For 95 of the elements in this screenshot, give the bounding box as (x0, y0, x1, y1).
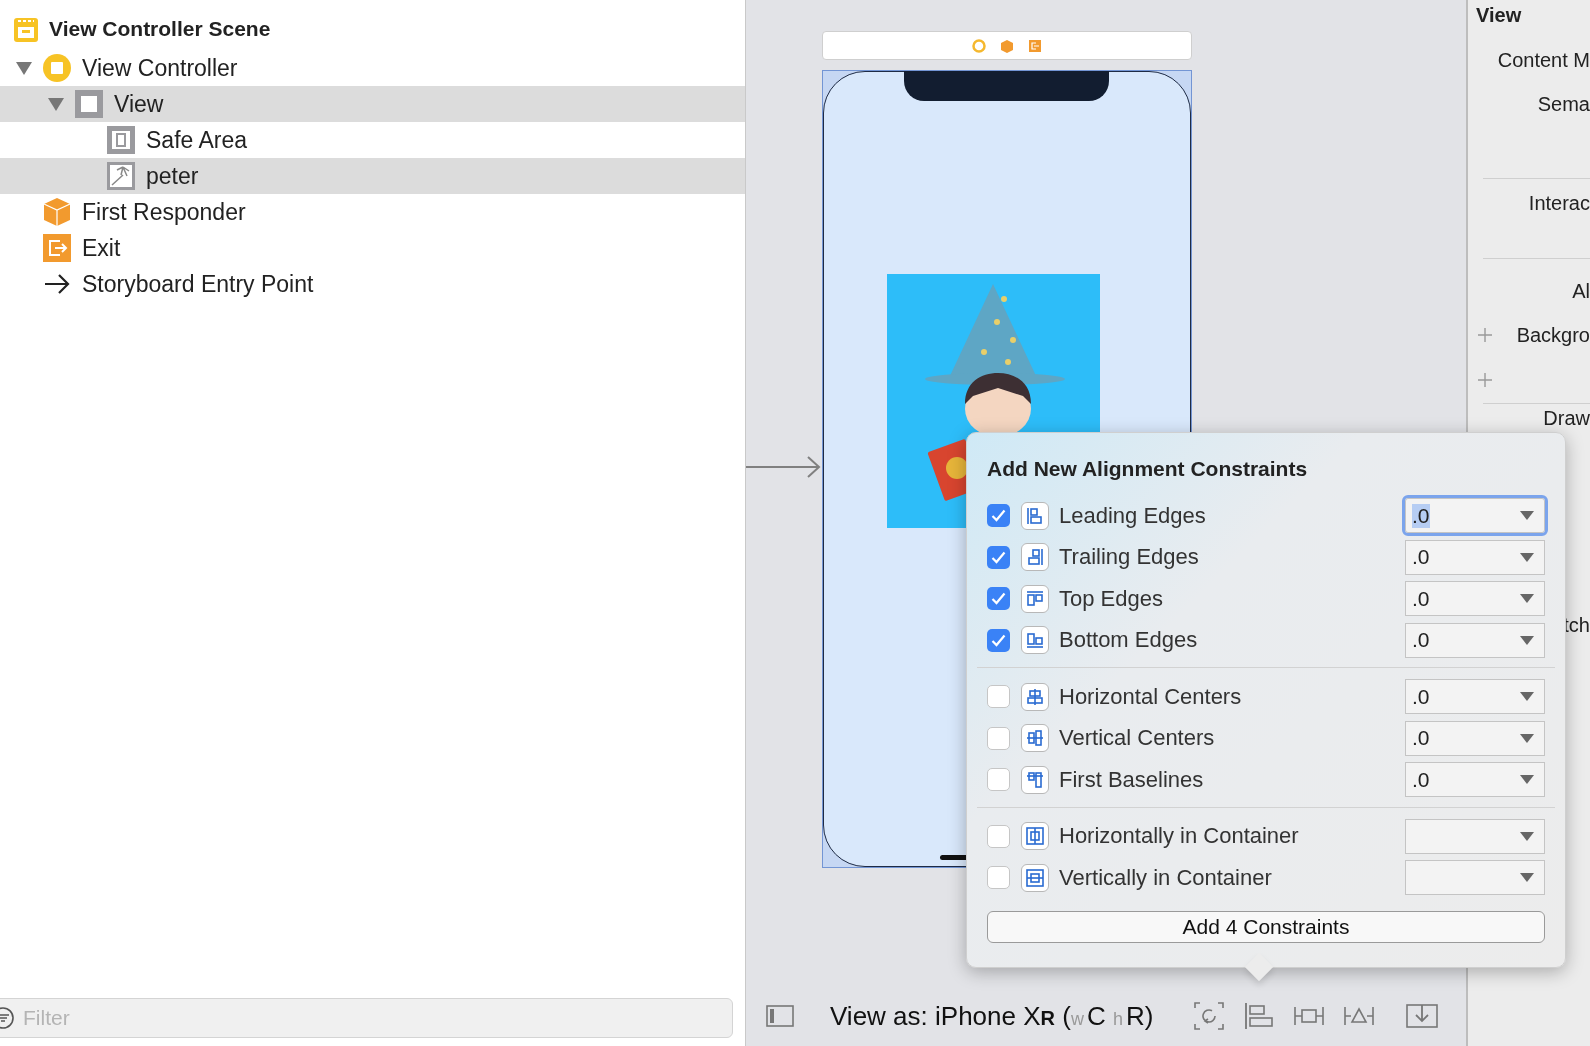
outline-label: Safe Area (146, 126, 248, 154)
outline-label: View (114, 90, 164, 118)
outline-row[interactable]: View Controller (0, 50, 745, 86)
constraint-label: Vertical Centers (1059, 725, 1216, 752)
outline-row[interactable]: Exit (0, 230, 745, 266)
cube-icon[interactable] (1000, 38, 1014, 53)
disclosure-triangle-icon[interactable] (46, 96, 66, 112)
constant-dropdown[interactable] (1405, 860, 1545, 896)
align-icon[interactable] (1243, 1001, 1276, 1031)
outline-label: Storyboard Entry Point (82, 270, 314, 298)
alignment-icon (1021, 626, 1049, 655)
checkmark-icon (991, 633, 1006, 647)
scene-icon (13, 15, 39, 43)
outline-label: Exit (82, 234, 121, 262)
add-constraints-button[interactable]: Add 4 Constraints (987, 910, 1545, 943)
alignment-icon (1021, 584, 1049, 613)
dropdown-caret-icon (1520, 831, 1534, 841)
view-icon (74, 89, 104, 119)
view-controller-icon[interactable] (972, 38, 986, 53)
inspector-label: Sema (1537, 92, 1590, 116)
popover-title: Add New Alignment Constraints (987, 456, 1309, 482)
outline-label: peter (146, 162, 199, 190)
update-frames-icon[interactable] (1193, 1001, 1226, 1031)
checkbox[interactable] (987, 685, 1010, 709)
outline-row[interactable]: Storyboard Entry Point (0, 266, 745, 302)
inspector-label: Content M (1497, 48, 1590, 72)
embed-icon[interactable] (1405, 1001, 1440, 1031)
constraint-label: First Baselines (1059, 766, 1205, 793)
outline-row[interactable]: Safe Area (0, 122, 745, 158)
dropdown-caret-icon (1520, 511, 1534, 521)
filter-icon (0, 1007, 16, 1029)
dropdown-caret-icon (1520, 733, 1534, 743)
alignment-icon (1021, 682, 1049, 711)
dropdown-caret-icon (1520, 775, 1534, 785)
checkbox[interactable] (987, 768, 1010, 792)
outline-row[interactable]: peter (0, 158, 745, 194)
constant-dropdown[interactable]: .0 (1405, 720, 1545, 756)
arrow-icon (42, 272, 72, 296)
alignment-icon (1021, 543, 1049, 572)
view-controller-icon (42, 53, 72, 83)
sidebar-toggle-icon[interactable] (766, 1004, 794, 1028)
constraint-label: Horizontally in Container (1059, 823, 1300, 850)
outline-label: View Controller (82, 54, 238, 82)
checkbox[interactable] (987, 628, 1010, 652)
inspector-title: View (1475, 3, 1523, 28)
filter-field[interactable]: Filter (0, 998, 733, 1038)
constant-dropdown[interactable]: .0 (1405, 539, 1545, 575)
scene-title: View Controller Scene (49, 17, 271, 41)
dropdown-caret-icon (1520, 873, 1534, 883)
constraint-label: Vertically in Container (1059, 864, 1273, 891)
checkmark-icon (991, 592, 1006, 606)
constant-dropdown[interactable]: .0 (1405, 762, 1545, 798)
constant-dropdown[interactable]: .0 (1405, 498, 1545, 534)
outline-row[interactable]: View (0, 86, 745, 122)
checkbox[interactable] (987, 824, 1010, 848)
inspector-label: Interac (1528, 191, 1590, 215)
checkbox[interactable] (987, 504, 1010, 528)
alignment-icon (1021, 863, 1049, 892)
constant-dropdown[interactable]: .0 (1405, 622, 1545, 658)
inspector-label: Draw (1543, 406, 1590, 430)
checkbox[interactable] (987, 866, 1010, 890)
device-selector[interactable]: View as: iPhone XR (w C h R) (830, 1000, 1154, 1032)
constant-dropdown[interactable]: .0 (1405, 679, 1545, 715)
safe-area-icon (106, 125, 136, 155)
image-view-icon (106, 161, 136, 191)
checkmark-icon (991, 550, 1006, 564)
constraint-label: Horizontal Centers (1059, 683, 1243, 710)
outline-label: First Responder (82, 198, 246, 226)
outline-row[interactable]: First Responder (0, 194, 745, 230)
checkmark-icon (991, 509, 1006, 523)
inspector-label: Al (1572, 279, 1590, 303)
dropdown-caret-icon (1520, 552, 1534, 562)
exit-icon[interactable] (1028, 38, 1042, 53)
plus-icon[interactable] (1478, 373, 1492, 387)
constant-dropdown[interactable] (1405, 818, 1545, 854)
alignment-icon (1021, 724, 1049, 753)
plus-icon[interactable] (1478, 328, 1492, 342)
constant-dropdown[interactable]: .0 (1405, 581, 1545, 617)
cube-icon (42, 197, 72, 227)
dropdown-caret-icon (1520, 635, 1534, 645)
disclosure-triangle-icon[interactable] (14, 60, 34, 76)
constraint-label: Top Edges (1059, 585, 1164, 612)
dropdown-caret-icon (1520, 692, 1534, 702)
checkbox[interactable] (987, 726, 1010, 750)
checkbox[interactable] (987, 545, 1010, 569)
alignment-icon (1021, 822, 1049, 851)
constraint-label: Leading Edges (1059, 502, 1207, 529)
dropdown-caret-icon (1520, 594, 1534, 604)
alignment-icon (1021, 765, 1049, 794)
inspector-label: Backgro (1516, 323, 1590, 347)
constraint-label: Trailing Edges (1059, 544, 1200, 571)
exit-icon (42, 233, 72, 263)
constraint-label: Bottom Edges (1059, 627, 1199, 654)
alignment-icon (1021, 501, 1049, 530)
checkbox[interactable] (987, 587, 1010, 611)
